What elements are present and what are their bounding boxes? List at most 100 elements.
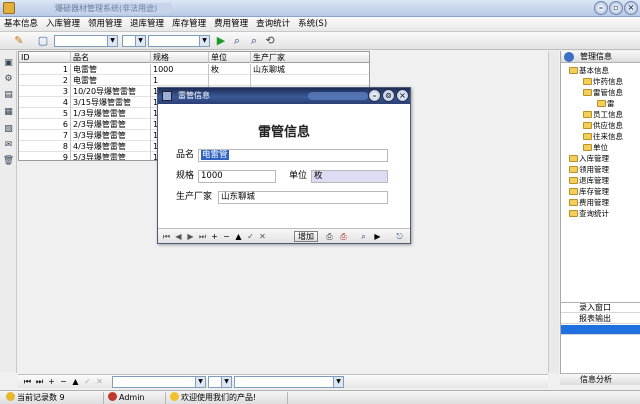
menu-expense[interactable]: 费用管理	[210, 17, 252, 31]
tree-item[interactable]: 库存管理	[569, 187, 609, 197]
post-record-icon[interactable]: ✓	[82, 376, 93, 387]
column-header-maker[interactable]: 生产厂家	[251, 52, 369, 63]
menu-basic-info[interactable]: 基本信息	[0, 17, 42, 31]
minus-icon[interactable]: −	[221, 231, 232, 242]
tree-item[interactable]: 供应信息	[583, 121, 623, 131]
table-cell-name[interactable]: 3/15导爆管雷管	[71, 97, 151, 108]
edit-record-icon[interactable]: ▲	[70, 376, 81, 387]
form-view-icon[interactable]: ▣	[2, 57, 15, 69]
print-icon[interactable]: ⎙	[324, 231, 335, 242]
menu-system[interactable]: 系统(S)	[294, 17, 331, 31]
grid-view-icon[interactable]: ▦	[2, 106, 15, 118]
tree-item[interactable]: 退库管理	[569, 176, 609, 186]
print-preview-icon[interactable]: ⎙	[338, 231, 349, 242]
table-cell-name[interactable]: 5/3导爆管雷管	[71, 152, 151, 160]
table-row[interactable]: 2 电雷管 1	[19, 75, 369, 86]
first-record-icon[interactable]: ⏮	[22, 376, 33, 387]
tree-item[interactable]: 费用管理	[569, 198, 609, 208]
table-cell-unit[interactable]	[209, 75, 251, 86]
table-cell-id[interactable]: 7	[19, 130, 71, 141]
exit-icon[interactable]: ⎋	[394, 231, 405, 242]
last-record-icon[interactable]: ⏭	[34, 376, 45, 387]
cancel-record-icon[interactable]: ✕	[94, 376, 105, 387]
up-icon[interactable]: ▲	[233, 231, 244, 242]
maximize-button[interactable]: ▫	[609, 1, 623, 15]
mail-icon[interactable]: ✉	[2, 139, 15, 151]
refresh-icon[interactable]: ⟲	[263, 34, 277, 48]
dialog-restore-button[interactable]: ⊚	[382, 89, 395, 102]
name-field[interactable]: 电雷管	[198, 149, 388, 162]
prev-icon[interactable]: ◀	[173, 231, 184, 242]
vertical-scrollbar[interactable]	[548, 51, 559, 373]
column-header-spec[interactable]: 规格	[151, 52, 209, 63]
table-cell-spec[interactable]: 1	[151, 75, 209, 86]
menu-return[interactable]: 退库管理	[126, 17, 168, 31]
table-cell-name[interactable]: 1/3导爆管雷管	[71, 108, 151, 119]
check-icon[interactable]: ✓	[245, 231, 256, 242]
list-view-icon[interactable]: ▤	[2, 89, 15, 101]
tree-item[interactable]: 雷	[597, 99, 615, 109]
table-cell-maker[interactable]: 山东聊城	[251, 64, 369, 75]
tree-item[interactable]: 领用管理	[569, 165, 609, 175]
column-header-unit[interactable]: 单位	[209, 52, 251, 63]
list-item-entry-window[interactable]: 录入窗口	[561, 303, 640, 313]
table-cell-id[interactable]: 2	[19, 75, 71, 86]
add-button[interactable]: 增加	[294, 231, 318, 242]
dialog-close-button[interactable]: ×	[396, 89, 409, 102]
table-cell-maker[interactable]	[251, 75, 369, 86]
tree-item[interactable]: 炸药信息	[583, 77, 623, 87]
table-cell-name[interactable]: 10/20导爆管雷管	[71, 86, 151, 97]
table-cell-id[interactable]: 6	[19, 119, 71, 130]
settings-icon[interactable]: ⚙	[2, 73, 15, 85]
maker-field[interactable]: 山东聊城	[218, 191, 388, 204]
nav-value-select[interactable]: ▼	[234, 376, 344, 388]
plus-icon[interactable]: +	[209, 231, 220, 242]
dialog-title-bar[interactable]: 雷管信息 – ⊚ ×	[158, 88, 410, 104]
filter-icon[interactable]: ▢	[36, 34, 50, 48]
list-item-selected[interactable]	[561, 325, 640, 335]
table-cell-id[interactable]: 3	[19, 86, 71, 97]
table-cell-spec[interactable]: 1000	[151, 64, 209, 75]
table-cell-name[interactable]: 2/3导爆管雷管	[71, 119, 151, 130]
field-select[interactable]: ▼	[54, 35, 118, 47]
run-icon[interactable]: ▶	[372, 231, 383, 242]
table-cell-unit[interactable]: 枚	[209, 64, 251, 75]
unit-field[interactable]: 枚	[311, 170, 388, 183]
operator-select[interactable]: ▼	[122, 35, 146, 47]
report-icon[interactable]: ▧	[2, 123, 15, 135]
tree-item[interactable]: 员工信息	[583, 110, 623, 120]
table-cell-name[interactable]: 电雷管	[71, 75, 151, 86]
menu-inventory[interactable]: 库存管理	[168, 17, 210, 31]
table-cell-id[interactable]: 9	[19, 152, 71, 160]
tree-item[interactable]: 查询统计	[569, 209, 609, 219]
column-header-name[interactable]: 品名	[71, 52, 151, 63]
pencil-icon[interactable]: ✎	[12, 34, 26, 48]
table-cell-id[interactable]: 4	[19, 97, 71, 108]
table-cell-name[interactable]: 4/3导爆管雷管	[71, 141, 151, 152]
spec-field[interactable]: 1000	[198, 170, 276, 183]
tree-item[interactable]: 基本信息	[569, 66, 609, 76]
menu-stock-in[interactable]: 入库管理	[42, 17, 84, 31]
x-icon[interactable]: ✕	[257, 231, 268, 242]
close-button[interactable]: ×	[624, 1, 638, 15]
nav-field-select[interactable]: ▼	[112, 376, 206, 388]
trash-icon[interactable]: 🗑	[2, 155, 15, 167]
next-icon[interactable]: ▶	[185, 231, 196, 242]
table-row[interactable]: 1 电雷管 1000 枚山东聊城	[19, 64, 369, 75]
column-header-id[interactable]: ID	[19, 52, 71, 63]
advanced-search-icon[interactable]: ⌕	[247, 34, 261, 48]
tree-item[interactable]: 往来信息	[583, 132, 623, 142]
table-cell-name[interactable]: 3/3导爆管雷管	[71, 130, 151, 141]
nav-operator-select[interactable]: ▼	[208, 376, 232, 388]
list-item-report-output[interactable]: 报表输出	[561, 314, 640, 324]
table-cell-name[interactable]: 电雷管	[71, 64, 151, 75]
dialog-minimize-button[interactable]: –	[368, 89, 381, 102]
table-cell-id[interactable]: 5	[19, 108, 71, 119]
menu-query[interactable]: 查询统计	[252, 17, 294, 31]
add-record-icon[interactable]: +	[46, 376, 57, 387]
menu-requisition[interactable]: 领用管理	[84, 17, 126, 31]
play-icon[interactable]: ▶	[214, 34, 228, 48]
first-icon[interactable]: ⏮	[161, 231, 172, 242]
tree-item[interactable]: 单位	[583, 143, 608, 153]
minimize-button[interactable]: –	[594, 1, 608, 15]
